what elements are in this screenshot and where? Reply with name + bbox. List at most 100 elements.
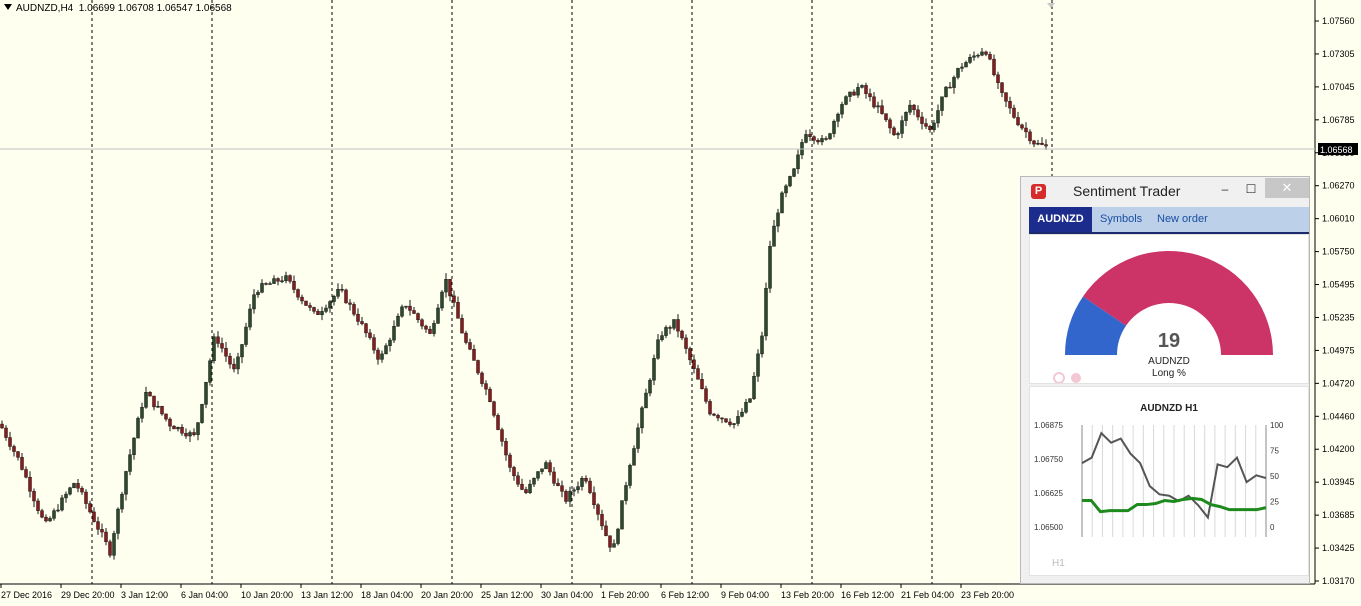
candle-body bbox=[432, 323, 436, 334]
candle-body bbox=[1000, 82, 1004, 93]
candle-body bbox=[556, 483, 560, 486]
candle-body bbox=[72, 483, 76, 489]
candle-body bbox=[520, 483, 524, 490]
candle-body bbox=[512, 467, 516, 477]
time-tick-label: 1 Feb 20:00 bbox=[601, 590, 649, 600]
price-tick-label: 1.07560 bbox=[1322, 16, 1355, 26]
candle-body bbox=[668, 327, 672, 329]
candle-body bbox=[636, 427, 640, 449]
candle-body bbox=[300, 296, 304, 302]
candle-body bbox=[760, 335, 764, 355]
candle-body bbox=[528, 483, 532, 493]
window-titlebar[interactable]: P Sentiment Trader – ☐ ✕ bbox=[1021, 177, 1309, 207]
candle-body bbox=[216, 336, 220, 344]
candle-body bbox=[148, 392, 152, 397]
candle-body bbox=[392, 325, 396, 341]
ohlc-header: AUDNZD,H4 1.06699 1.06708 1.06547 1.0656… bbox=[4, 3, 232, 14]
candle-body bbox=[376, 349, 380, 360]
candle-body bbox=[324, 307, 328, 312]
candle-body bbox=[108, 541, 112, 556]
time-tick-label: 30 Jan 04:00 bbox=[541, 590, 593, 600]
candle-body bbox=[128, 454, 132, 472]
candle-body bbox=[492, 401, 496, 416]
candle-body bbox=[996, 74, 1000, 83]
candle-body bbox=[416, 313, 420, 321]
candle-body bbox=[444, 279, 448, 293]
app-logo-icon: P bbox=[1031, 184, 1046, 199]
candle-body bbox=[1040, 142, 1044, 145]
candle-body bbox=[488, 388, 492, 402]
candle-body bbox=[1036, 142, 1040, 145]
candle-body bbox=[972, 55, 976, 58]
mini-left-tick-label: 1.06500 bbox=[1034, 523, 1063, 532]
candle-body bbox=[576, 486, 580, 491]
candle-body bbox=[200, 404, 204, 423]
price-tick-label: 1.03425 bbox=[1322, 543, 1355, 553]
candle-body bbox=[268, 283, 272, 285]
candle-body bbox=[928, 126, 932, 131]
candle-body bbox=[952, 77, 956, 88]
time-tick-label: 29 Dec 20:00 bbox=[61, 590, 115, 600]
tab-bar: AUDNZD Symbols New order bbox=[1029, 207, 1309, 234]
candle-body bbox=[700, 379, 704, 389]
candle-body bbox=[584, 478, 588, 482]
candle-body bbox=[504, 441, 508, 456]
tab-new-order[interactable]: New order bbox=[1157, 207, 1208, 232]
candle-body bbox=[276, 278, 280, 282]
candle-body bbox=[296, 289, 300, 298]
candle-body bbox=[856, 87, 860, 96]
candle-body bbox=[176, 426, 180, 430]
candle-body bbox=[112, 533, 116, 556]
sentiment-trader-window[interactable]: P Sentiment Trader – ☐ ✕ AUDNZD Symbols … bbox=[1020, 176, 1310, 584]
candle-body bbox=[516, 475, 520, 485]
candle-body bbox=[544, 462, 548, 470]
mini-right-tick-label: 50 bbox=[1270, 472, 1279, 481]
candle-body bbox=[412, 310, 416, 314]
mini-right-tick-label: 25 bbox=[1270, 498, 1279, 507]
candle-body bbox=[772, 225, 776, 247]
candle-body bbox=[560, 485, 564, 492]
candle-body bbox=[104, 531, 108, 542]
ohlc-values: 1.06699 1.06708 1.06547 1.06568 bbox=[78, 3, 232, 14]
candle-body bbox=[968, 56, 972, 63]
gauge-value: 19 bbox=[1157, 330, 1181, 352]
candle-body bbox=[756, 353, 760, 377]
minimize-button[interactable]: – bbox=[1211, 179, 1239, 199]
candle-body bbox=[224, 347, 228, 357]
candle-body bbox=[8, 437, 12, 447]
candle-body bbox=[848, 91, 852, 97]
candle-body bbox=[388, 339, 392, 346]
tab-audnzd[interactable]: AUDNZD bbox=[1029, 207, 1092, 232]
candle-body bbox=[720, 417, 724, 420]
candle-body bbox=[144, 392, 148, 408]
dropdown-triangle-icon[interactable] bbox=[4, 4, 12, 10]
candle-body bbox=[712, 413, 716, 416]
candle-body bbox=[304, 300, 308, 306]
mini-chart-card: AUDNZD H1 1.06875 1.06750 1.06625 1.06500 10… bbox=[1029, 386, 1309, 576]
price-tick-label: 1.05235 bbox=[1322, 312, 1355, 322]
candle-body bbox=[68, 487, 72, 495]
candle-body bbox=[460, 318, 464, 334]
candle-body bbox=[192, 432, 196, 435]
time-axis: 27 Dec 2016 29 Dec 20:00 3 Jan 12:00 6 Jan … bbox=[0, 584, 1014, 600]
candle-body bbox=[696, 368, 700, 380]
close-button[interactable]: ✕ bbox=[1265, 178, 1309, 198]
candle-body bbox=[780, 192, 784, 214]
candle-body bbox=[872, 96, 876, 108]
tab-symbols[interactable]: Symbols bbox=[1100, 207, 1142, 232]
candle-body bbox=[484, 383, 488, 390]
candle-body bbox=[464, 332, 468, 343]
maximize-button[interactable]: ☐ bbox=[1237, 179, 1265, 199]
candle-body bbox=[816, 139, 820, 143]
price-tick-label: 1.05495 bbox=[1322, 280, 1355, 290]
candle-body bbox=[40, 510, 44, 518]
time-tick-label: 6 Jan 04:00 bbox=[181, 590, 228, 600]
candle-body bbox=[684, 337, 688, 349]
candle-body bbox=[1032, 140, 1036, 145]
candle-body bbox=[52, 510, 56, 519]
mini-right-tick-label: 75 bbox=[1270, 447, 1279, 456]
candle-body bbox=[212, 336, 216, 362]
candle-body bbox=[580, 478, 584, 487]
candle-body bbox=[404, 305, 408, 308]
candle-body bbox=[648, 379, 652, 394]
